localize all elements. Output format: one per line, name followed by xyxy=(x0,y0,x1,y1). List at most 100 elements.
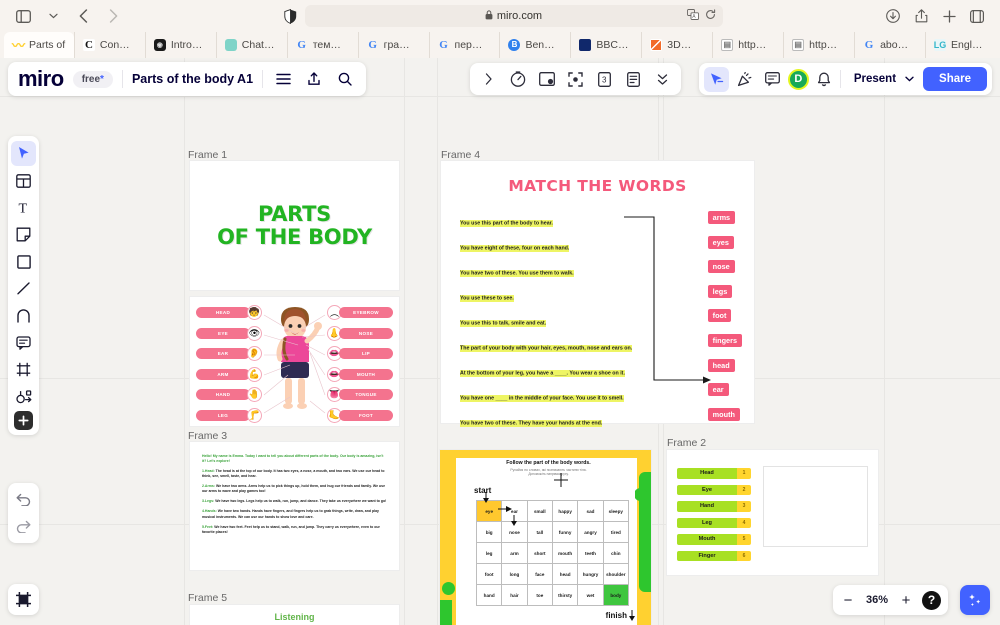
match-clue[interactable]: You have one ____ in the middle of your … xyxy=(460,386,632,404)
frame3-reading-card[interactable]: Hello! My name is Emma. Today I want to … xyxy=(190,442,399,570)
plan-badge[interactable]: free* xyxy=(72,70,113,88)
comment-icon[interactable] xyxy=(11,330,36,355)
shapes-icon[interactable] xyxy=(11,249,36,274)
board-game-cell[interactable]: hand xyxy=(477,585,503,606)
cursor-select-icon[interactable] xyxy=(703,66,729,92)
zoom-out-button[interactable]: − xyxy=(840,592,856,609)
new-tab-plus-icon[interactable] xyxy=(936,4,962,28)
vocab-row[interactable]: Eye 2 xyxy=(677,484,751,495)
zoom-in-button[interactable]: + xyxy=(898,592,914,609)
frame2-drop-area[interactable] xyxy=(763,466,868,547)
board-game-cell[interactable]: teeth xyxy=(578,543,604,564)
board-game-cell[interactable]: wet xyxy=(578,585,604,606)
board-game-cell[interactable]: small xyxy=(527,501,553,522)
frame2-vocab-card[interactable]: Head 1 Eye 2 Hand 3 Leg 4 Mouth 5 Finger 6 xyxy=(667,450,878,575)
address-bar[interactable]: miro.com A xyxy=(304,5,723,27)
frame-label-frame2[interactable]: Frame 2 xyxy=(667,437,706,449)
match-word-chip[interactable]: mouth xyxy=(707,407,740,421)
translate-icon[interactable]: A xyxy=(686,9,699,23)
browser-tab[interactable]: Gabo… xyxy=(854,32,925,58)
text-icon[interactable]: T xyxy=(11,195,36,220)
card-icon[interactable]: 3 xyxy=(592,67,617,92)
match-clue[interactable]: The part of your body with your hair, ey… xyxy=(460,336,633,354)
board-game-cell[interactable]: leg xyxy=(477,543,503,564)
chevron-down-icon[interactable] xyxy=(40,4,66,28)
board-game-cell[interactable]: ear xyxy=(502,501,528,522)
more-apps-icon[interactable] xyxy=(11,384,36,409)
browser-tab[interactable]: ▤ http… xyxy=(783,32,854,58)
shield-icon[interactable] xyxy=(283,8,297,24)
browser-tab[interactable]: C Con… xyxy=(73,32,145,58)
match-clue[interactable]: You have two of these. You use them to w… xyxy=(460,261,632,279)
board-game-cell[interactable]: foot xyxy=(477,564,503,585)
help-button[interactable]: ? xyxy=(922,590,941,610)
browser-tab[interactable]: Gтем… xyxy=(286,32,358,58)
miro-canvas[interactable]: Frame 1 PARTS OF THE BODY HEAD 🧒 EYE 👁 E… xyxy=(0,58,1000,625)
focus-icon[interactable] xyxy=(563,67,588,92)
avatar[interactable]: D xyxy=(787,68,809,90)
board-game-cell[interactable]: angry xyxy=(578,522,604,543)
timer-icon[interactable] xyxy=(505,67,530,92)
match-word-chip[interactable]: arms xyxy=(707,211,736,224)
frame-label-frame5[interactable]: Frame 5 xyxy=(188,592,227,604)
board-game-cell[interactable]: face xyxy=(527,564,553,585)
board-game-cell[interactable]: happy xyxy=(553,501,579,522)
vocab-row[interactable]: Leg 4 xyxy=(677,517,751,528)
board-game-cell[interactable]: chin xyxy=(603,543,629,564)
match-word-chip[interactable]: legs xyxy=(707,284,733,298)
board-game-cell[interactable]: hungry xyxy=(578,564,604,585)
frame-label-frame4[interactable]: Frame 4 xyxy=(441,149,480,161)
frame-label-frame3[interactable]: Frame 3 xyxy=(188,430,227,442)
frame-add-icon[interactable] xyxy=(534,67,559,92)
upload-icon[interactable] xyxy=(303,68,325,90)
board-title[interactable]: Parts of the body A1 xyxy=(132,72,253,86)
plus-icon[interactable] xyxy=(14,411,33,430)
board-game-cell[interactable]: long xyxy=(502,564,528,585)
match-clue[interactable]: You use these to see. xyxy=(460,286,632,304)
board-game-cell[interactable]: arm xyxy=(502,543,528,564)
match-word-chip[interactable]: foot xyxy=(707,309,732,323)
notes-icon[interactable] xyxy=(621,67,646,92)
pen-icon[interactable] xyxy=(11,303,36,328)
browser-tab[interactable]: BBC… xyxy=(570,32,641,58)
match-word-chip[interactable]: eyes xyxy=(707,235,734,249)
frame-label-frame1[interactable]: Frame 1 xyxy=(188,149,227,161)
board-game-cell[interactable]: shoulder xyxy=(603,564,629,585)
frame4-match-card[interactable]: MATCH THE WORDS You use this part of the… xyxy=(441,161,754,427)
chevrons-down-icon[interactable] xyxy=(650,67,675,92)
share-button[interactable]: Share xyxy=(923,67,987,91)
chevron-right-icon[interactable] xyxy=(476,67,501,92)
board-game-cell[interactable]: short xyxy=(527,543,553,564)
board-game-cell[interactable]: funny xyxy=(553,522,579,543)
match-clue[interactable]: At the bottom of your leg, you have a __… xyxy=(460,361,632,379)
board-game-cell[interactable]: sleepy xyxy=(603,501,629,522)
templates-icon[interactable] xyxy=(11,168,36,193)
board-game-cell[interactable]: eye xyxy=(477,501,503,522)
forward-arrow-icon[interactable] xyxy=(100,4,126,28)
tab-overview-icon[interactable] xyxy=(964,4,990,28)
reactions-icon[interactable] xyxy=(732,67,757,92)
board-game-cell[interactable]: nose xyxy=(502,522,528,543)
board-game-cell[interactable]: toe xyxy=(527,585,553,606)
browser-tab[interactable]: 3D… xyxy=(641,32,712,58)
vocab-row[interactable]: Head 1 xyxy=(677,468,751,479)
match-word-chip[interactable]: head xyxy=(707,358,735,372)
board-game-cell[interactable]: big xyxy=(477,522,503,543)
browser-tab[interactable]: LG Engl… xyxy=(924,32,996,58)
match-clue[interactable]: You use this to talk, smile and eat. xyxy=(460,311,632,329)
match-word-chip[interactable]: ear xyxy=(707,383,729,397)
browser-tab[interactable]: ◉ Intro… xyxy=(144,32,216,58)
zoom-level[interactable]: 36% xyxy=(864,594,890,606)
board-game-cell[interactable]: hair xyxy=(502,585,528,606)
browser-tab[interactable]: Chat… xyxy=(215,32,287,58)
browser-tab[interactable]: Gпер… xyxy=(428,32,500,58)
menu-icon[interactable] xyxy=(272,68,294,90)
frame1-title-card[interactable]: PARTS OF THE BODY xyxy=(190,161,399,290)
search-icon[interactable] xyxy=(334,68,356,90)
undo-icon[interactable] xyxy=(11,487,36,512)
match-clue[interactable]: You have two of these. They have your ha… xyxy=(460,411,632,429)
board-game-cell[interactable]: tired xyxy=(603,522,629,543)
vocab-row[interactable]: Finger 6 xyxy=(677,550,751,561)
board-game-cell[interactable]: body xyxy=(603,585,629,606)
ai-sparkle-icon[interactable] xyxy=(960,585,990,615)
